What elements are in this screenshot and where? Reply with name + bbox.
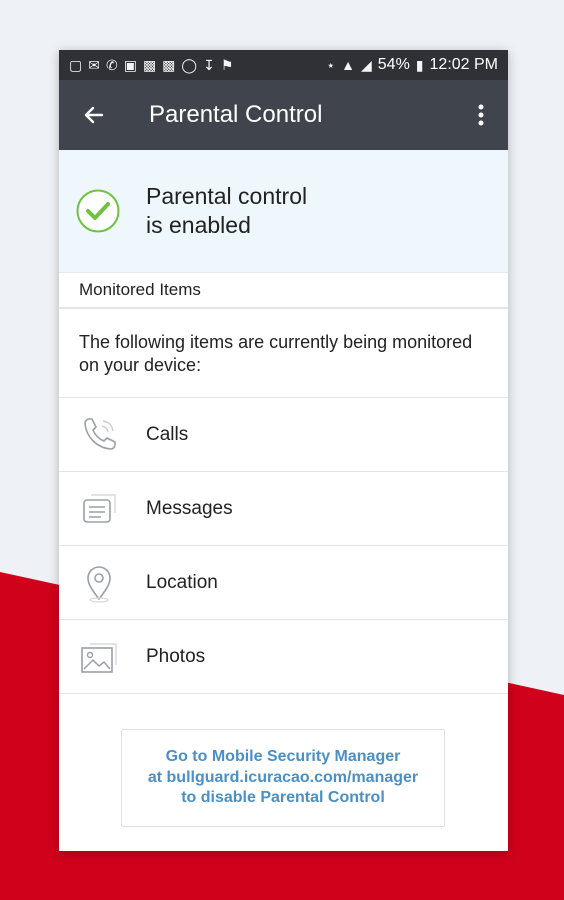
list-item-location: Location	[59, 546, 508, 620]
signal-icon: ◢	[360, 57, 372, 73]
bluetooth-icon: ⋆	[326, 57, 336, 73]
shield-icon: ◯	[181, 57, 198, 73]
clock: 12:02 PM	[429, 56, 498, 73]
notification-icons: ▢ ✉ ✆ ▣ ▩ ▩ ◯ ↧ ⚑	[69, 58, 233, 72]
elephant-icon: ▩	[162, 57, 176, 73]
section-description: The following items are currently being …	[59, 309, 508, 398]
wifi-icon: ▲	[341, 57, 355, 73]
status-bar: ▢ ✉ ✆ ▣ ▩ ▩ ◯ ↧ ⚑ ⋆ ▲ ◢ 54% ▮ 12:02 PM	[59, 50, 508, 80]
disable-instructions: Go to Mobile Security Manager at bullgua…	[121, 729, 445, 827]
page-title: Parental Control	[149, 101, 323, 128]
more-vertical-icon	[478, 104, 484, 126]
system-status: ⋆ ▲ ◢ 54% ▮ 12:02 PM	[326, 56, 498, 74]
list-item-calls: Calls	[59, 398, 508, 472]
item-label: Photos	[146, 645, 206, 667]
mail-icon: ✉	[88, 57, 100, 73]
arrow-left-icon	[84, 106, 104, 124]
list-item-photos: Photos	[59, 620, 508, 694]
bag-icon: ▢	[69, 57, 83, 73]
item-label: Messages	[146, 497, 233, 519]
call-icon: ✆	[105, 57, 118, 73]
list-item-messages: Messages	[59, 472, 508, 546]
phone-icon	[84, 417, 116, 450]
battery-percent: 54%	[377, 56, 410, 73]
location-pin-icon	[87, 565, 111, 603]
back-button[interactable]	[59, 80, 129, 150]
app-bar: Parental Control	[59, 80, 508, 150]
overflow-menu-button[interactable]	[466, 80, 496, 150]
message-icon	[83, 493, 116, 523]
phone-screen: ▢ ✉ ✆ ▣ ▩ ▩ ◯ ↧ ⚑ ⋆ ▲ ◢ 54% ▮ 12:02 PM P…	[59, 50, 508, 851]
check-circle-icon	[76, 189, 120, 233]
battery-icon: ▮	[415, 57, 424, 73]
photo-icon	[81, 642, 117, 673]
item-label: Location	[146, 571, 218, 593]
elephant-icon: ▩	[142, 57, 157, 73]
section-title: Monitored Items	[59, 273, 508, 309]
item-label: Calls	[146, 423, 189, 445]
flag-icon: ⚑	[220, 57, 234, 73]
status-banner: Parental control is enabled	[59, 150, 508, 273]
status-message: Parental control is enabled	[146, 183, 308, 238]
download-icon: ↧	[203, 57, 215, 73]
image-icon: ▣	[123, 57, 137, 73]
